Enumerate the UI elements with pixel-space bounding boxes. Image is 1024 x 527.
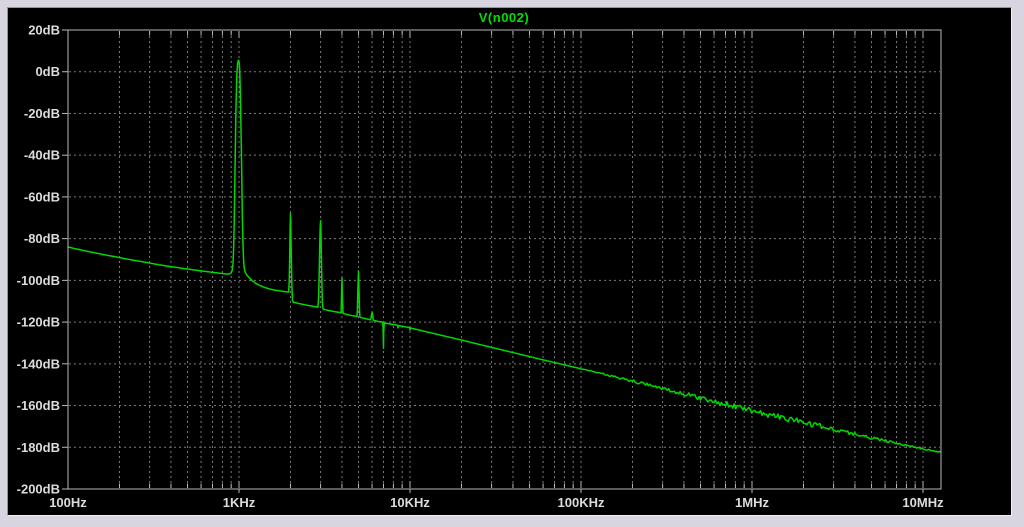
y-tick-label: -80dB [24, 231, 60, 246]
trace-layer [67, 59, 942, 454]
window-frame: 20dB 0dB -20dB -40dB -60dB -80dB -100dB -120dB -… [0, 0, 1024, 527]
x-tick-label: 1KHz [223, 495, 256, 510]
y-tick-label: -20dB [24, 106, 60, 121]
y-tick-label: -160dB [17, 398, 60, 413]
y-tick-label: -120dB [17, 315, 60, 330]
trace-name-label[interactable]: V(n002) [479, 10, 529, 25]
plot-border [67, 29, 942, 490]
x-tick-label: 100KHz [558, 495, 605, 510]
axis-labels: 20dB 0dB -20dB -40dB -60dB -80dB -100dB -120dB -… [17, 23, 944, 511]
x-tick-label: 100Hz [49, 495, 87, 510]
x-tick-label: 1MHz [735, 495, 769, 510]
grid-lines [69, 31, 940, 488]
y-tick-label: -40dB [24, 148, 60, 163]
fft-trace [67, 59, 942, 454]
axis-ticks [62, 29, 924, 493]
x-tick-label: 10MHz [902, 495, 944, 510]
y-tick-label: 20dB [28, 23, 60, 38]
y-tick-label: -60dB [24, 189, 60, 204]
y-tick-label: -140dB [17, 356, 60, 371]
y-tick-label: -100dB [17, 273, 60, 288]
x-tick-label: 10KHz [390, 495, 430, 510]
y-tick-label: 0dB [35, 64, 60, 79]
y-tick-label: -180dB [17, 440, 60, 455]
fft-plot-canvas[interactable]: 20dB 0dB -20dB -40dB -60dB -80dB -100dB -120dB -… [0, 0, 1024, 527]
